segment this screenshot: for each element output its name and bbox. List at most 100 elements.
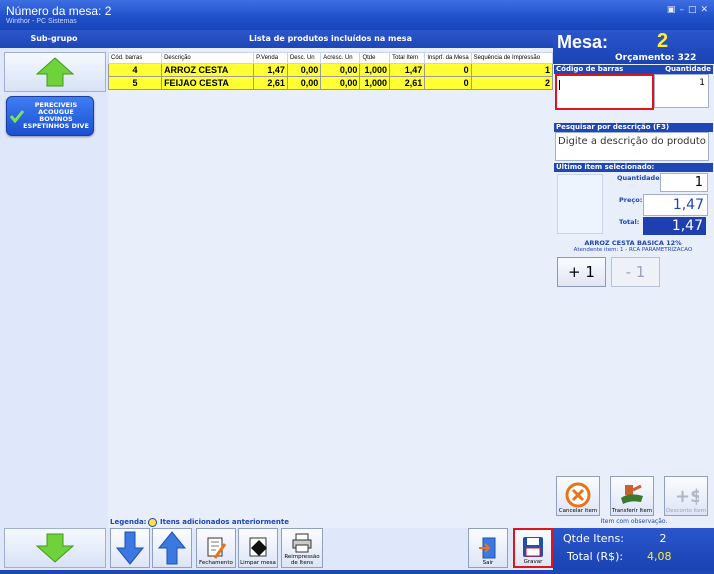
cell-code: 5 — [107, 76, 163, 90]
cell-total: 1,47 — [389, 63, 426, 77]
decrement-button[interactable]: - 1 — [611, 257, 660, 287]
mesa-number: 2 — [657, 30, 669, 52]
last-total-field: 1,47 — [643, 217, 706, 235]
product-list-header: Lista de produtos incluídos na mesa — [108, 30, 553, 48]
column-header[interactable]: Sequência de Impressão — [470, 52, 554, 64]
arrow-up-icon — [35, 57, 75, 87]
last-qty-value: 1 — [694, 175, 703, 190]
window-subtitle: Winthor - PC Sistemas — [6, 18, 77, 25]
cell-price: 2,61 — [253, 76, 288, 90]
close-icon[interactable]: ✕ — [700, 5, 708, 15]
save-disk-icon — [523, 537, 543, 557]
status-strip — [0, 570, 714, 574]
barcode-input[interactable] — [555, 74, 654, 110]
discount-icon: +$ — [675, 486, 699, 507]
cell-code: 4 — [107, 63, 163, 77]
category-button[interactable]: PERECIVEIS ACOUGUE BOVINOS ESPETINHOS DI… — [6, 96, 94, 136]
search-placeholder: Digite a descrição do produto — [558, 136, 706, 147]
cell-insp: 0 — [424, 63, 472, 77]
column-header[interactable]: Insprf. da Mesa — [424, 52, 472, 64]
product-image — [557, 174, 603, 234]
transfer-item-button[interactable]: Transferir Item — [610, 476, 654, 516]
table-row[interactable]: 4 ARROZ CESTA 1,47 0,00 0,00 1,000 1,47 … — [107, 63, 554, 77]
column-header[interactable]: Qtde — [359, 52, 391, 64]
reimpressao-button[interactable]: Reimpressão de Itens — [281, 528, 323, 568]
minimize-icon[interactable]: – — [679, 5, 684, 15]
total-items-value: 2 — [659, 532, 667, 545]
scroll-up-button[interactable] — [152, 528, 192, 568]
last-qty-field: 1 — [660, 173, 708, 192]
product-list-panel: Lista de produtos incluídos na mesa — [108, 30, 553, 540]
last-total-label: Total: — [619, 218, 640, 226]
cell-addition: 0,00 — [320, 63, 361, 77]
table-header-row: Cód. barras Descrição P.Venda Desc. Un A… — [107, 52, 554, 64]
subgroup-panel: Sub-grupo PERECIVEIS ACOUGUE BOVINOS ESP… — [0, 30, 109, 570]
limpar-mesa-label: Limpar mesa — [240, 560, 276, 566]
category-label: PERECIVEIS ACOUGUE BOVINOS ESPETINHOS DI… — [23, 101, 89, 130]
cell-description: ARROZ CESTA — [161, 63, 255, 77]
legend-dot — [148, 518, 157, 527]
limpar-mesa-button[interactable]: Limpar mesa — [238, 528, 278, 568]
observation-note: Item com observação. — [600, 518, 668, 525]
subgroup-header: Sub-grupo — [0, 30, 108, 48]
check-icon — [10, 110, 24, 123]
cell-total: 2,61 — [389, 76, 426, 90]
attendant-info: Atendente item: 1 - RCA PARAMETRIZACAO — [573, 247, 693, 253]
cell-addition: 0,00 — [320, 76, 361, 90]
quantity-input[interactable]: 1 — [654, 74, 709, 108]
cell-sequence: 1 — [470, 63, 554, 77]
cell-description: FEIJAO CESTA — [161, 76, 255, 90]
barcode-section-header: Código de barras Quantidade — [554, 65, 713, 74]
column-header[interactable]: P.Venda — [253, 52, 288, 64]
cell-sequence: 2 — [470, 76, 554, 90]
last-price-value: 1,47 — [672, 197, 704, 213]
cancel-icon — [565, 482, 591, 508]
search-input[interactable]: Digite a descrição do produto — [555, 132, 709, 161]
text-cursor — [559, 80, 560, 90]
fechamento-label: Fechamento — [199, 560, 233, 566]
increment-button[interactable]: + 1 — [557, 257, 606, 287]
table-row[interactable]: 5 FEIJAO CESTA 2,61 0,00 0,00 1,000 2,61… — [107, 76, 554, 90]
column-header[interactable]: Total Item — [389, 52, 426, 64]
mesa-header: Mesa: 2 Orçamento: 322 — [553, 30, 714, 64]
quantity-input-value: 1 — [699, 78, 705, 88]
discount-item-label: Desconto item — [665, 508, 707, 514]
sair-button[interactable]: Sair — [468, 528, 508, 568]
cancel-item-button[interactable]: Cancelar item — [556, 476, 600, 516]
quantity-label: Quantidade — [665, 65, 711, 73]
last-price-label: Preço: — [619, 196, 643, 204]
totals-panel: Qtde Itens: 2 Total (R$): 4,08 — [553, 528, 714, 570]
column-header[interactable]: Acresc. Un — [320, 52, 361, 64]
column-header[interactable]: Descrição — [161, 52, 255, 64]
gravar-label: Gravar — [523, 559, 543, 565]
scroll-down-button[interactable] — [110, 528, 150, 568]
printer-icon — [292, 533, 312, 553]
column-header[interactable]: Cód. barras — [107, 52, 163, 64]
total-items-label: Qtde Itens: — [563, 532, 624, 545]
gravar-button[interactable]: Gravar — [513, 528, 553, 568]
svg-text:+$: +$ — [675, 486, 699, 507]
title-bar: Número da mesa: 2 Winthor - PC Sistemas … — [0, 0, 714, 30]
fechamento-button[interactable]: Fechamento — [196, 528, 236, 568]
legend-label: Legenda: — [110, 518, 147, 526]
last-qty-label: Quantidade: — [617, 174, 663, 182]
legend-text: Itens adicionados anteriormente — [160, 518, 289, 526]
total-value-label: Total (R$): — [567, 550, 624, 563]
window-controls: ▣ – □ ✕ — [667, 5, 708, 15]
discount-item-button[interactable]: +$ Desconto item — [664, 476, 708, 516]
subgroup-scroll-down-button[interactable] — [4, 528, 106, 568]
last-price-field: 1,47 — [643, 194, 708, 216]
cell-quantity: 1,000 — [359, 63, 391, 77]
exit-door-icon — [479, 537, 496, 559]
arrow-down-icon — [115, 531, 145, 565]
eraser-icon — [249, 537, 267, 557]
column-header[interactable]: Desc. Un — [286, 52, 322, 64]
restore-icon[interactable]: ▣ — [667, 5, 676, 15]
document-edit-icon — [207, 537, 227, 559]
cell-discount: 0,00 — [286, 76, 322, 90]
cell-price: 1,47 — [253, 63, 288, 77]
subgroup-scroll-up-button[interactable] — [4, 52, 106, 92]
maximize-icon[interactable]: □ — [688, 5, 697, 15]
last-item-header: Último item selecionado: — [554, 163, 713, 172]
reimpressao-label: Reimpressão de Itens — [284, 554, 320, 566]
